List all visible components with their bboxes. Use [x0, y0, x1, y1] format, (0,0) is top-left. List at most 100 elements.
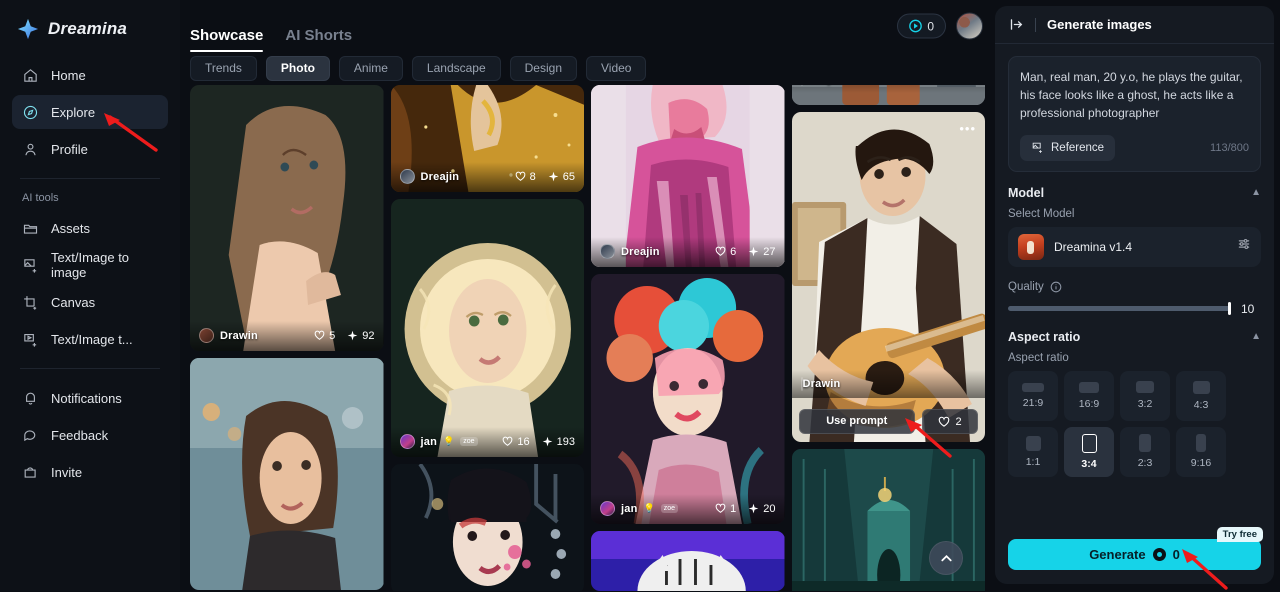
- generate-panel-inner: Generate images Man, real man, 20 y.o, h…: [995, 6, 1274, 584]
- sidebar-divider-bottom: [20, 368, 160, 369]
- sidebar-item-home[interactable]: Home: [12, 58, 168, 92]
- topbar-right: 0: [897, 12, 983, 40]
- star-count[interactable]: 193: [542, 436, 575, 448]
- aspect-ratio-4-3[interactable]: 4:3: [1176, 370, 1226, 421]
- brand[interactable]: Dreamina: [12, 0, 168, 58]
- gallery-card-curly-blonde[interactable]: jan 💡 zoe 16 193: [390, 199, 584, 457]
- filter-chip-trends[interactable]: Trends: [190, 56, 257, 81]
- sliders-icon: [1238, 239, 1250, 250]
- star-count[interactable]: 27: [748, 246, 776, 258]
- aspect-ratio-3-2[interactable]: 3:2: [1120, 370, 1170, 421]
- like-count[interactable]: 8: [515, 171, 536, 183]
- tab-showcase[interactable]: Showcase: [190, 27, 264, 52]
- aspect-ratio-9-16[interactable]: 9:16: [1176, 426, 1226, 477]
- panel-collapse-icon[interactable]: [1009, 17, 1024, 32]
- ratio-label: 2:3: [1137, 457, 1153, 470]
- credit-coin-icon: [909, 19, 923, 33]
- like-count[interactable]: 16: [502, 436, 530, 448]
- panel-title: Generate images: [1047, 17, 1152, 32]
- heart-icon: [715, 246, 726, 256]
- filter-chip-design[interactable]: Design: [509, 56, 577, 81]
- aspect-ratio-3-4[interactable]: 3:4: [1064, 426, 1114, 477]
- sidebar-item-assets[interactable]: Assets: [12, 211, 168, 245]
- tab-ai-shorts[interactable]: AI Shorts: [285, 27, 352, 52]
- avatar[interactable]: [956, 12, 983, 40]
- sidebar-item-invite[interactable]: Invite: [12, 455, 168, 489]
- gallery-card-cyber-girl[interactable]: [390, 464, 584, 591]
- quality-label: Quality: [1008, 280, 1044, 293]
- gallery-card-street-scene[interactable]: Dreajin 10 266: [791, 85, 985, 105]
- heart-icon: [515, 171, 525, 181]
- gallery-card-gold-dress[interactable]: Dreajin 8 65: [390, 85, 584, 192]
- card-author[interactable]: Dreajin: [600, 244, 660, 259]
- sparkle-icon: [748, 503, 759, 514]
- star-value: 20: [763, 502, 776, 515]
- gallery-card-colorful-smoke[interactable]: jan 💡 zoe 1 20: [591, 274, 785, 524]
- use-prompt-button[interactable]: Use prompt: [798, 409, 915, 434]
- author-avatar: [600, 501, 615, 516]
- like-count[interactable]: 5: [314, 330, 335, 342]
- sidebar-item-profile[interactable]: Profile: [12, 132, 168, 166]
- info-icon[interactable]: [1050, 281, 1062, 293]
- star-count[interactable]: 20: [748, 502, 776, 515]
- model-selector[interactable]: Dreamina v1.4: [1008, 226, 1261, 267]
- card-like-button[interactable]: 2: [922, 409, 978, 434]
- ratio-label: 1:1: [1025, 455, 1041, 468]
- gallery-card-street-portrait[interactable]: [190, 358, 384, 590]
- sidebar-item-text-image-to-video[interactable]: Text/Image t...: [12, 322, 168, 356]
- chevron-up-icon[interactable]: ▲: [1251, 187, 1261, 198]
- chevron-up-icon[interactable]: ▲: [1251, 331, 1261, 342]
- like-count[interactable]: 6: [715, 246, 736, 258]
- sidebar-item-canvas[interactable]: Canvas: [12, 285, 168, 319]
- quality-slider[interactable]: [1008, 302, 1231, 316]
- sidebar-item-explore[interactable]: Explore: [12, 95, 168, 129]
- app-root: Dreamina Home Explore Profile AI tools A…: [0, 0, 1280, 591]
- star-count[interactable]: 92: [347, 330, 375, 342]
- model-section-title: Model: [1008, 185, 1045, 200]
- star-count[interactable]: 65: [548, 171, 575, 183]
- ratio-shape: [1139, 434, 1151, 453]
- gallery-card-white-tiger[interactable]: [591, 531, 785, 591]
- prompt-box[interactable]: Man, real man, 20 y.o, he plays the guit…: [1008, 56, 1261, 172]
- card-author[interactable]: Drawin: [199, 328, 258, 343]
- scroll-to-top-button[interactable]: [929, 541, 963, 575]
- aspect-ratio-1-1[interactable]: 1:1: [1008, 426, 1058, 477]
- model-section-header[interactable]: Model ▲: [1008, 186, 1261, 200]
- card-author[interactable]: Drawin: [800, 377, 841, 391]
- generate-button[interactable]: Generate 0: [1008, 539, 1261, 570]
- filter-chip-landscape[interactable]: Landscape: [411, 56, 501, 81]
- gallery-card-pink-metallic[interactable]: Dreajin 6 27: [591, 85, 785, 267]
- sidebar-item-feedback[interactable]: Feedback: [12, 418, 168, 452]
- sidebar-item-label: Assets: [51, 220, 91, 236]
- sparkle-icon: [542, 436, 552, 447]
- model-settings-button[interactable]: [1237, 237, 1251, 256]
- slider-knob[interactable]: [1228, 302, 1231, 316]
- reference-button[interactable]: Reference: [1020, 134, 1116, 161]
- like-value: 5: [329, 329, 336, 342]
- heart-icon: [503, 436, 513, 446]
- card-author[interactable]: jan 💡 zoe: [600, 501, 679, 516]
- aspect-ratio-16-9[interactable]: 16:9: [1064, 370, 1114, 421]
- generate-cost: 0: [1172, 547, 1180, 562]
- credits-value: 0: [927, 19, 934, 33]
- filter-chip-video[interactable]: Video: [586, 56, 647, 81]
- sidebar-item-text-image-to-image[interactable]: Text/Image to image: [12, 248, 168, 282]
- card-more-options[interactable]: •••: [959, 122, 976, 135]
- card-author[interactable]: Dreajin: [399, 169, 460, 184]
- ratio-label: 3:2: [1137, 398, 1153, 411]
- gallery-card-portrait-brunette[interactable]: Drawin 5 92: [190, 85, 384, 351]
- sidebar-item-notifications[interactable]: Notifications: [12, 381, 168, 415]
- filter-chip-anime[interactable]: Anime: [338, 56, 403, 81]
- gallery-column-1: Drawin 5 92: [190, 85, 384, 591]
- aspect-ratio-section-header[interactable]: Aspect ratio ▲: [1008, 330, 1261, 344]
- image-gallery: Drawin 5 92 Dreajin 8 65 jan 💡 zoe 16 19…: [190, 85, 985, 591]
- card-stats: 16 193: [502, 436, 575, 448]
- aspect-ratio-2-3[interactable]: 2:3: [1120, 426, 1170, 477]
- filter-chip-photo[interactable]: Photo: [265, 56, 330, 81]
- aspect-ratio-21-9[interactable]: 21:9: [1008, 370, 1058, 421]
- gallery-card-guitar-man[interactable]: ••• Drawin Use prompt 2: [791, 112, 985, 442]
- like-count[interactable]: 1: [715, 503, 736, 515]
- card-author[interactable]: jan 💡 zoe: [399, 434, 478, 449]
- credits-badge[interactable]: 0: [897, 13, 946, 39]
- prompt-input[interactable]: Man, real man, 20 y.o, he plays the guit…: [1020, 68, 1249, 123]
